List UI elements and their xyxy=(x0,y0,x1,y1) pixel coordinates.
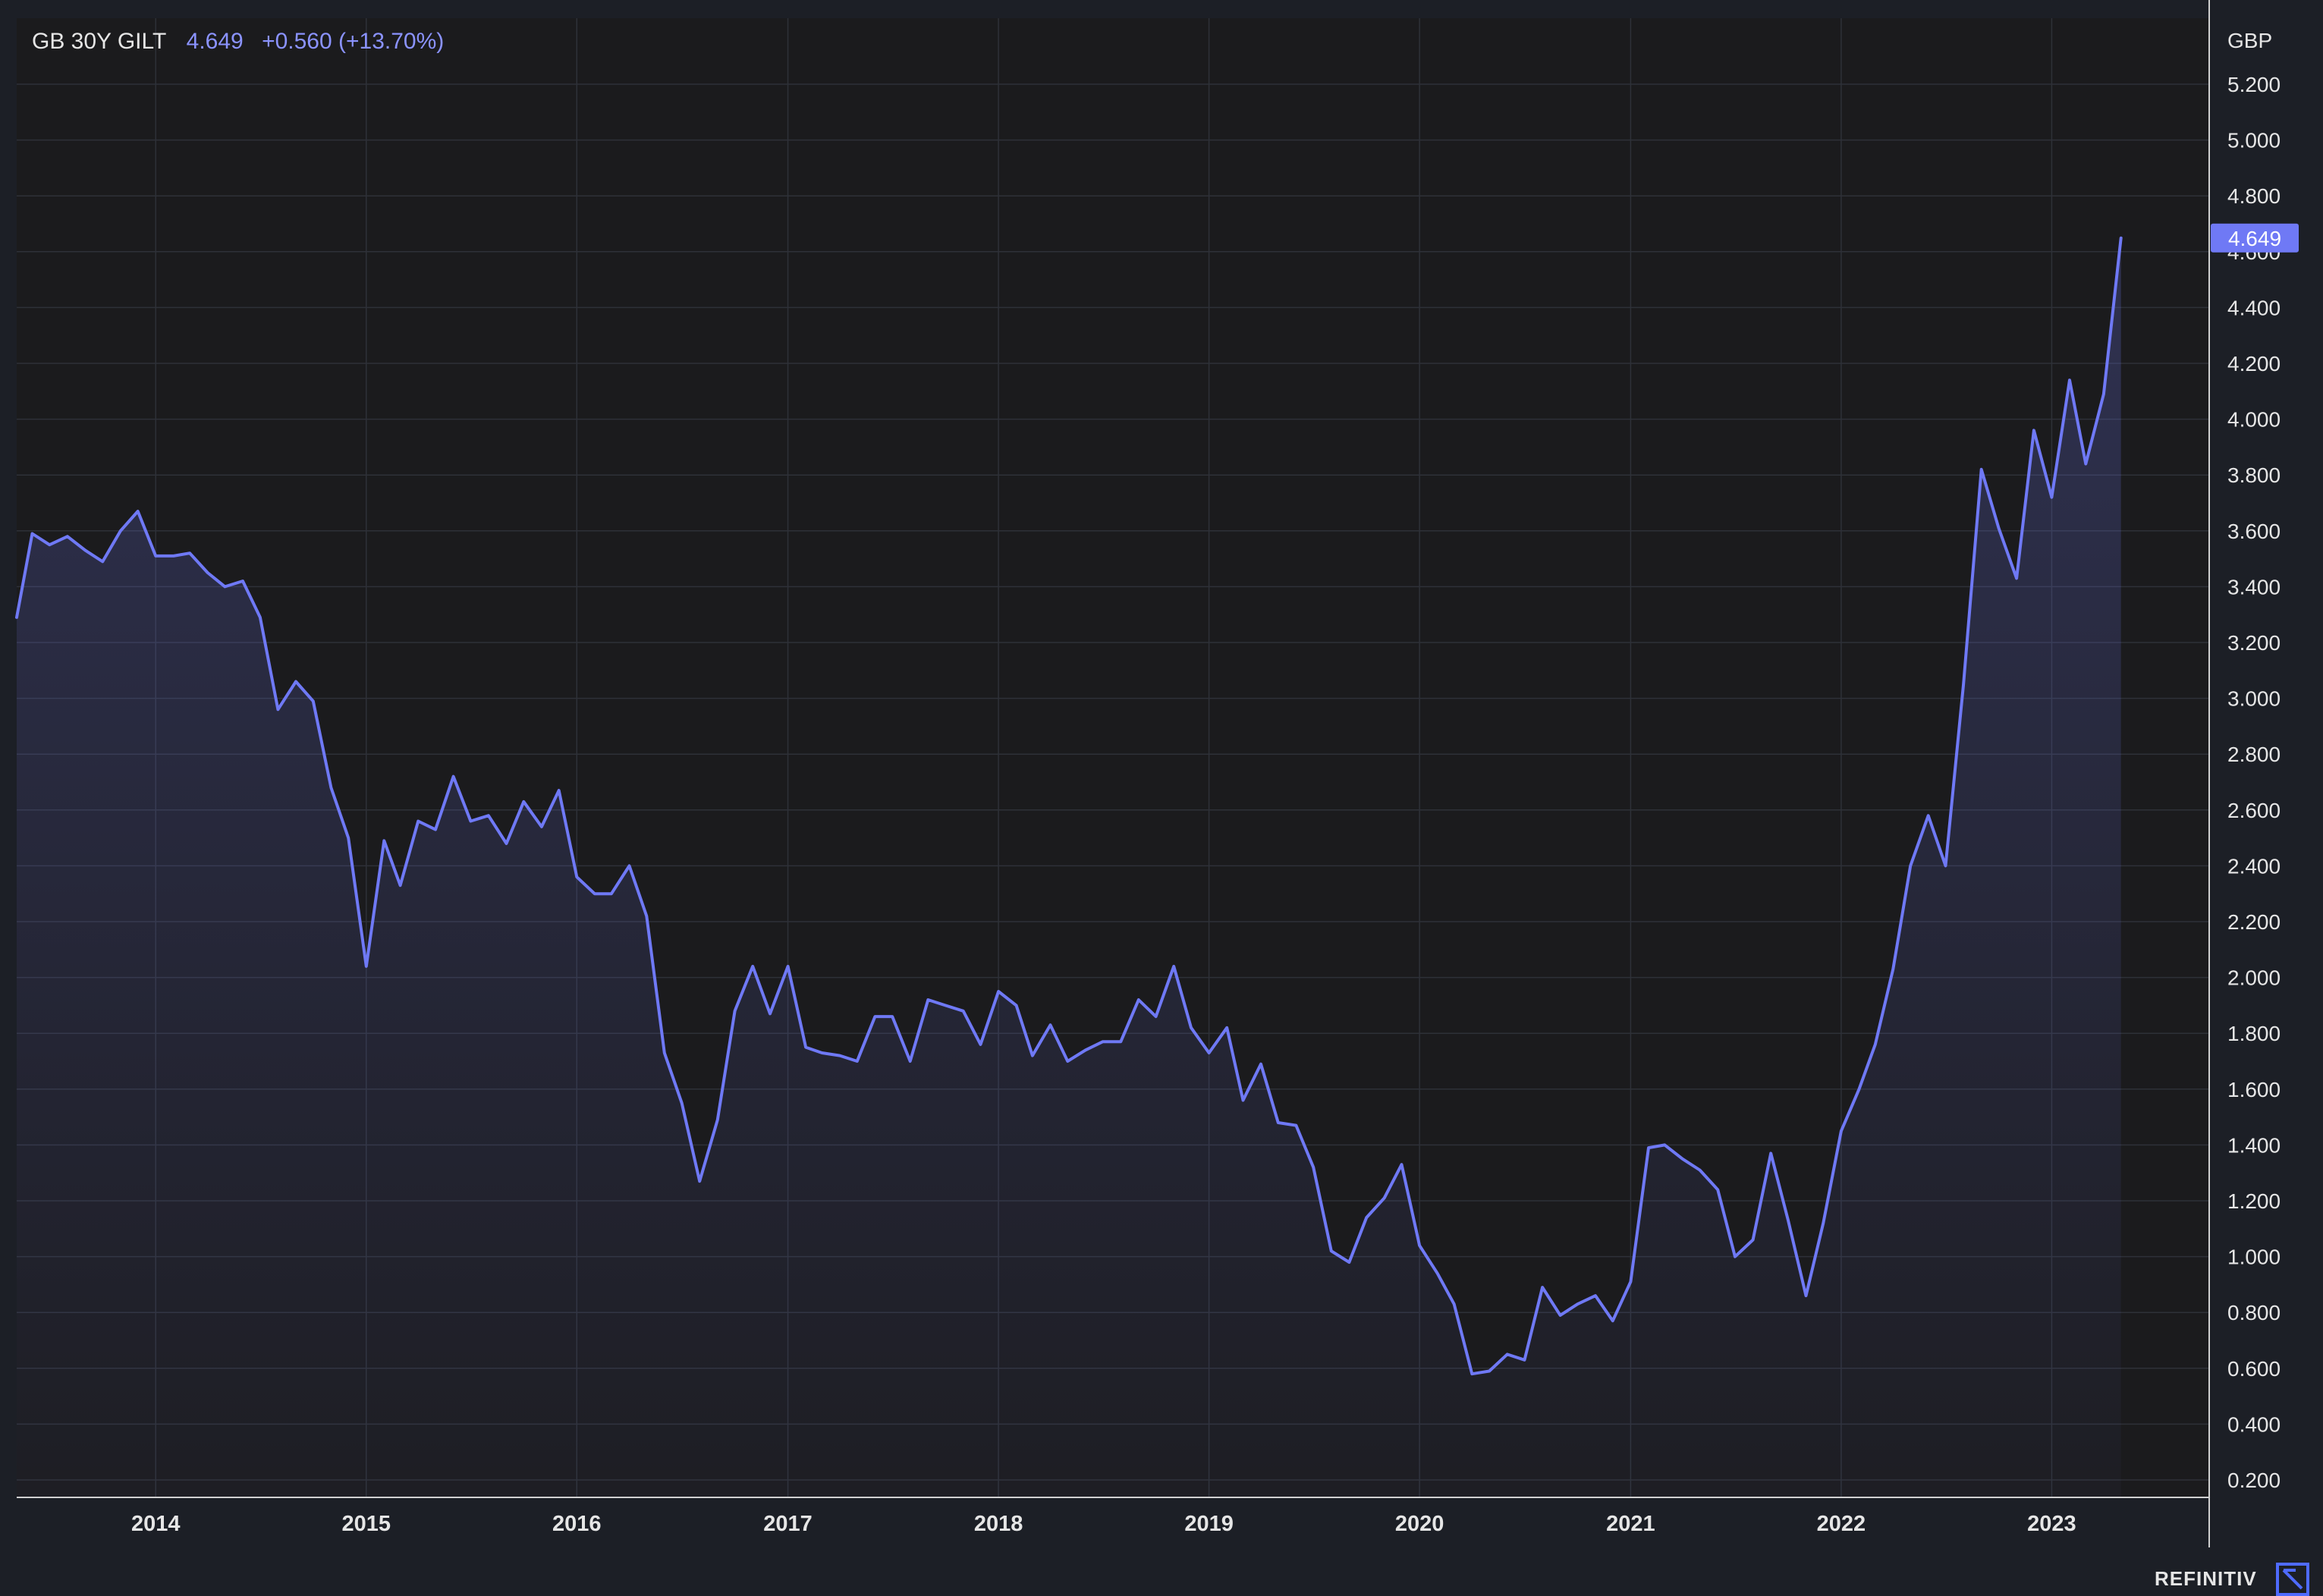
y-tick-label: 4.000 xyxy=(2227,408,2281,432)
legend-last-value: 4.649 xyxy=(186,29,244,54)
y-tick-label: 4.400 xyxy=(2227,296,2281,319)
y-tick-label: 3.000 xyxy=(2227,687,2281,711)
y-tick-label: 5.200 xyxy=(2227,73,2281,96)
y-tick-label: 3.800 xyxy=(2227,463,2281,487)
legend-change: +0.560 (+13.70%) xyxy=(262,29,445,54)
y-tick-label: 2.600 xyxy=(2227,799,2281,822)
y-tick-label: 2.000 xyxy=(2227,966,2281,990)
y-tick-label: 1.000 xyxy=(2227,1246,2281,1269)
x-tick-label: 2021 xyxy=(1606,1512,1655,1536)
y-tick-label: 0.800 xyxy=(2227,1301,2281,1324)
brand-label: REFINITIV xyxy=(2155,1567,2257,1590)
y-tick-label: 0.400 xyxy=(2227,1412,2281,1436)
y-tick-label: 1.600 xyxy=(2227,1078,2281,1101)
last-value-badge-label: 4.649 xyxy=(2228,227,2281,250)
y-tick-label: 3.600 xyxy=(2227,520,2281,543)
x-tick-label: 2022 xyxy=(1817,1512,1866,1536)
y-tick-label: 1.800 xyxy=(2227,1022,2281,1045)
x-axis-tick-labels: 2014 2015 2016 2017 2018 2019 2020 2021 2022 2023 xyxy=(131,1512,2076,1536)
x-tick-label: 2020 xyxy=(1395,1512,1444,1536)
chart-legend: GB 30Y GILT 4.649 +0.560 (+13.70%) xyxy=(32,29,444,55)
legend-symbol: GB 30Y GILT xyxy=(32,29,167,54)
x-tick-label: 2015 xyxy=(341,1512,391,1536)
x-tick-label: 2018 xyxy=(974,1512,1023,1536)
x-tick-label: 2023 xyxy=(2027,1512,2076,1536)
y-tick-label: 3.400 xyxy=(2227,575,2281,598)
y-tick-label: 2.400 xyxy=(2227,854,2281,878)
y-axis-tick-labels: 0.200 0.400 0.600 0.800 1.000 1.200 1.400 1.600… xyxy=(2227,73,2281,1492)
x-tick-label: 2016 xyxy=(552,1512,602,1536)
x-tick-label: 2014 xyxy=(131,1512,181,1536)
y-tick-label: 2.200 xyxy=(2227,910,2281,934)
y-tick-label: 1.400 xyxy=(2227,1133,2281,1157)
y-tick-label: 0.200 xyxy=(2227,1469,2281,1492)
y-tick-label: 4.800 xyxy=(2227,184,2281,208)
y-tick-label: 4.200 xyxy=(2227,352,2281,375)
y-tick-label: 3.200 xyxy=(2227,631,2281,655)
last-value-badge: 4.649 xyxy=(2211,223,2299,253)
chart: 0.200 0.400 0.600 0.800 1.000 1.200 1.400 1.600… xyxy=(15,0,2299,1547)
y-tick-label: 2.800 xyxy=(2227,743,2281,766)
refinitiv-logo-icon xyxy=(2276,1563,2309,1596)
y-axis-unit-label: GBP xyxy=(2227,29,2273,52)
x-tick-label: 2017 xyxy=(763,1512,813,1536)
y-tick-label: 0.600 xyxy=(2227,1357,2281,1381)
y-tick-label: 1.200 xyxy=(2227,1189,2281,1213)
x-tick-label: 2019 xyxy=(1184,1512,1234,1536)
y-tick-label: 5.000 xyxy=(2227,129,2281,152)
